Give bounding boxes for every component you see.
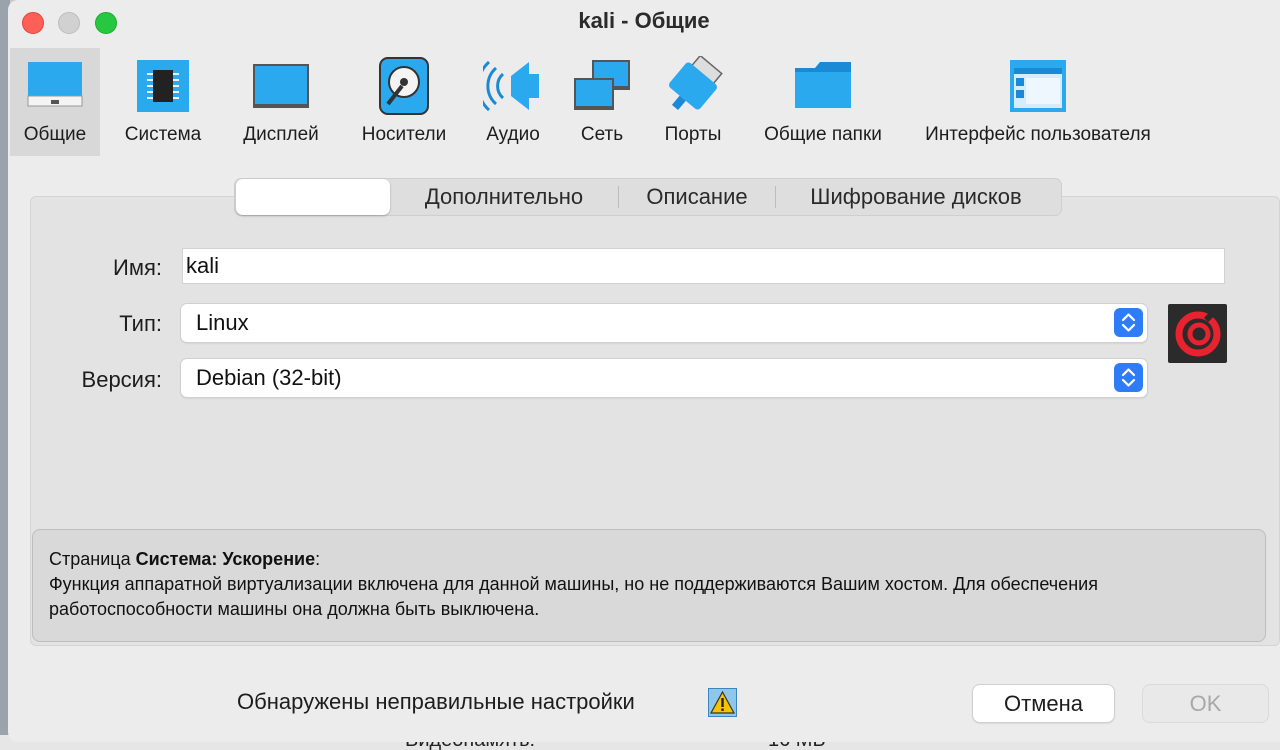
tab-basic[interactable] [236,179,390,215]
network-icon [572,56,632,116]
window-title: kali - Общие [578,8,710,33]
toolbar-label-display: Дисплей [243,124,319,145]
warning-suffix: : [315,549,321,569]
warning-icon[interactable] [708,688,737,717]
display-icon [251,56,311,116]
tab-advanced[interactable]: Дополнительно [390,179,618,215]
toolbar-label-ports: Порты [664,124,722,145]
tab-bar: Дополнительно Описание Шифрование дисков [234,178,1062,216]
toolbar-label-shared-folders: Общие папки [764,124,882,145]
chip-icon [133,56,193,116]
updown-chevron-icon [1114,308,1143,337]
settings-window: kali - Общие Общие Система Дисплей Носит… [8,0,1280,742]
debian-swirl-icon [1168,304,1227,363]
toolbar-label-network: Сеть [580,124,624,145]
toolbar-label-user-interface: Интерфейс пользователя [925,124,1151,145]
title-bar: kali - Общие [8,0,1280,46]
warning-prefix: Страница [49,549,136,569]
disk-icon [374,56,434,116]
toolbar-label-audio: Аудио [486,124,540,145]
monitor-general-icon [25,56,85,116]
speaker-icon [476,56,543,116]
toolbar-item-audio[interactable]: Аудио [476,48,548,156]
toolbar-item-system[interactable]: Система [118,48,208,156]
toolbar-item-general[interactable]: Общие [10,48,100,156]
version-label: Версия: [81,367,162,392]
toolbar-label-general: Общие [23,124,87,145]
settings-toolbar: Общие Система Дисплей Носители Аудио Сет… [8,48,1280,156]
warning-message-title: Страница Система: Ускорение: [49,547,1249,572]
toolbar-label-storage: Носители [361,124,447,145]
type-label: Тип: [119,311,162,336]
tab-disk-encryption[interactable]: Шифрование дисков [776,179,1056,215]
version-select-value: Debian (32-bit) [196,365,342,390]
toolbar-item-network[interactable]: Сеть [570,48,634,156]
toolbar-label-system: Система [124,124,202,145]
ok-button[interactable]: OK [1143,685,1268,722]
name-label: Имя: [113,255,162,280]
folder-icon [793,56,853,116]
warning-page-name: Система: Ускорение [135,549,316,569]
cancel-button[interactable]: Отмена [973,685,1114,722]
toolbar-item-shared-folders[interactable]: Общие папки [756,48,890,156]
port-icon [663,54,723,116]
tab-description[interactable]: Описание [619,179,775,215]
toolbar-item-storage[interactable]: Носители [354,48,454,156]
toolbar-item-display[interactable]: Дисплей [236,48,326,156]
updown-chevron-icon [1114,363,1143,392]
toolbar-item-ports[interactable]: Порты [656,48,730,156]
warning-message-text: Функция аппаратной виртуализации включен… [49,574,1098,619]
warning-message-box: Страница Система: Ускорение: Функция апп… [32,529,1266,642]
type-select[interactable]: Linux [181,304,1147,342]
invalid-settings-status: Обнаружены неправильные настройки [237,689,635,714]
name-field[interactable] [182,248,1225,284]
ui-window-icon [1008,56,1068,116]
version-select[interactable]: Debian (32-bit) [181,359,1147,397]
toolbar-item-user-interface[interactable]: Интерфейс пользователя [918,48,1158,156]
type-select-value: Linux [196,310,249,335]
